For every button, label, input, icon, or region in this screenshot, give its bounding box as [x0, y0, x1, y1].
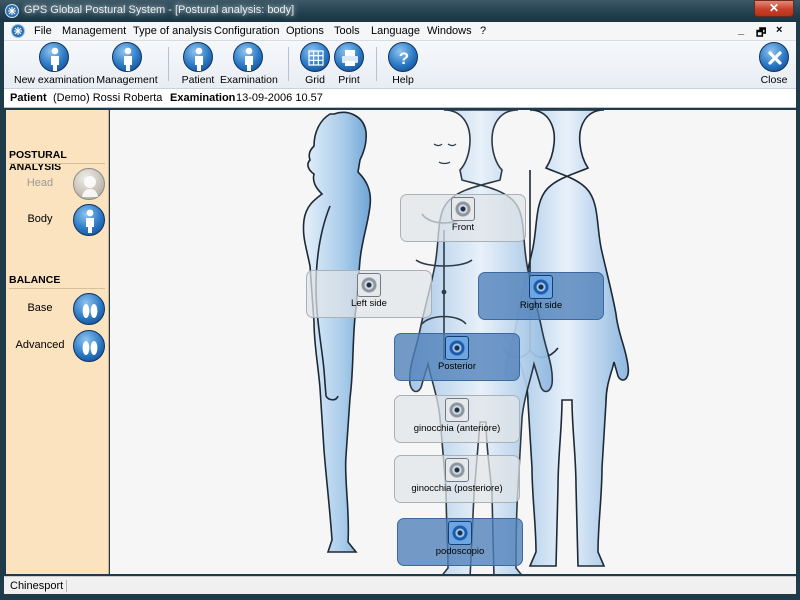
- camera-target-icon: [357, 273, 381, 297]
- help-icon: ?: [388, 42, 418, 72]
- print-button[interactable]: Print: [332, 42, 366, 88]
- management-label: Management: [96, 74, 158, 86]
- menu-tools[interactable]: Tools: [334, 25, 360, 37]
- camera-target-icon: [451, 197, 475, 221]
- zone-label: ginocchia (anteriore): [413, 423, 501, 434]
- person-icon: [183, 42, 213, 72]
- body-canvas: Front Left side Right side Posterior gin…: [110, 110, 796, 574]
- camera-target-icon: [529, 275, 553, 299]
- sidebar-item-label: Advanced: [15, 339, 65, 351]
- print-label: Print: [338, 74, 360, 86]
- person-icon: [39, 42, 69, 72]
- grid-label: Grid: [305, 74, 325, 86]
- menu-type-of-analysis[interactable]: Type of analysis: [133, 25, 212, 37]
- new-examination-button[interactable]: New examination: [14, 42, 95, 88]
- patient-button[interactable]: Patient: [178, 42, 218, 88]
- window-close-button[interactable]: ✕: [754, 0, 794, 17]
- sidebar-item-base[interactable]: Base: [6, 291, 109, 327]
- menu-help[interactable]: ?: [480, 25, 486, 37]
- zone-knee-front-button[interactable]: ginocchia (anteriore): [394, 395, 520, 443]
- status-bar: Chinesport: [4, 576, 796, 594]
- toolbar-separator: [376, 47, 377, 81]
- toolbar-separator: [288, 47, 289, 81]
- toolbar-separator: [168, 47, 169, 81]
- feet-icon: [73, 330, 105, 362]
- grid-icon: [300, 42, 330, 72]
- menu-management[interactable]: Management: [62, 25, 126, 37]
- zone-front-button[interactable]: Front: [400, 194, 526, 242]
- zone-label: podoscopio: [435, 546, 485, 557]
- zone-label: Left side: [351, 298, 387, 309]
- balance-heading: BALANCE: [9, 274, 61, 286]
- sidebar-item-label: Base: [27, 302, 53, 314]
- help-button[interactable]: ? Help: [386, 42, 420, 88]
- patient-name: (Demo) Rossi Roberta: [53, 92, 163, 104]
- person-icon: [233, 42, 263, 72]
- zone-label: Front: [451, 222, 475, 233]
- zone-label: Posterior: [437, 361, 476, 372]
- person-icon: [73, 204, 105, 236]
- menu-file[interactable]: File: [34, 25, 52, 37]
- camera-target-icon: [448, 521, 472, 545]
- sidebar-divider: [9, 163, 105, 164]
- camera-target-icon: [445, 458, 469, 482]
- management-button[interactable]: Management: [96, 42, 158, 88]
- examination-button[interactable]: Examination: [220, 42, 278, 88]
- menu-bar: File Management Type of analysis Configu…: [4, 22, 796, 41]
- zone-right-side-button[interactable]: Right side: [478, 272, 604, 320]
- sidebar-item-body[interactable]: Body: [6, 202, 109, 238]
- app-logo-icon[interactable]: [11, 24, 25, 38]
- menu-language[interactable]: Language: [371, 25, 420, 37]
- sidebar-item-label: Body: [27, 213, 53, 225]
- close-icon: [759, 42, 789, 72]
- examination-date: 13-09-2006 10.57: [236, 92, 323, 104]
- zone-label: ginocchia (posteriore): [411, 483, 503, 494]
- patient-caption: Patient: [10, 92, 47, 104]
- camera-target-icon: [445, 398, 469, 422]
- mdi-close-button[interactable]: ×: [776, 24, 782, 36]
- zone-posterior-button[interactable]: Posterior: [394, 333, 520, 381]
- sidebar-item-label: Head: [26, 177, 54, 189]
- print-icon: [334, 42, 364, 72]
- close-button[interactable]: Close: [756, 42, 792, 88]
- zone-knee-back-button[interactable]: ginocchia (posteriore): [394, 455, 520, 503]
- sidebar-item-advanced[interactable]: Advanced: [6, 328, 109, 364]
- patient-label: Patient: [181, 74, 215, 86]
- analysis-sidebar: POSTURAL ANALYSIS Head Body BALANCE Base…: [6, 110, 109, 574]
- head-icon: [73, 168, 105, 200]
- menu-windows[interactable]: Windows: [427, 25, 472, 37]
- zone-left-side-button[interactable]: Left side: [306, 270, 432, 318]
- zone-label: Right side: [519, 300, 563, 311]
- examination-caption: Examination: [170, 92, 236, 104]
- window-titlebar: GPS Global Postural System - [Postural a…: [0, 0, 800, 22]
- patient-info-bar: Patient (Demo) Rossi Roberta Examination…: [4, 89, 796, 108]
- new-examination-label: New examination: [14, 74, 95, 86]
- feet-icon: [73, 293, 105, 325]
- close-label: Close: [760, 74, 788, 86]
- status-text: Chinesport: [10, 580, 68, 592]
- menu-options[interactable]: Options: [286, 25, 324, 37]
- app-logo-icon: [5, 4, 19, 18]
- person-icon: [112, 42, 142, 72]
- menu-configuration[interactable]: Configuration: [214, 25, 279, 37]
- zone-podoscopio-button[interactable]: podoscopio: [397, 518, 523, 566]
- sidebar-divider: [9, 288, 105, 289]
- side-view-figure: [302, 111, 372, 553]
- toolbar: New examination Management Patient Exami…: [4, 41, 796, 89]
- sidebar-item-head[interactable]: Head: [6, 166, 109, 202]
- grid-button[interactable]: Grid: [298, 42, 332, 88]
- camera-target-icon: [445, 336, 469, 360]
- svg-text:?: ?: [399, 49, 409, 68]
- help-label: Help: [392, 74, 414, 86]
- mdi-minimize-button[interactable]: _: [738, 24, 744, 36]
- examination-label: Examination: [220, 74, 278, 86]
- window-title: GPS Global Postural System - [Postural a…: [24, 4, 295, 16]
